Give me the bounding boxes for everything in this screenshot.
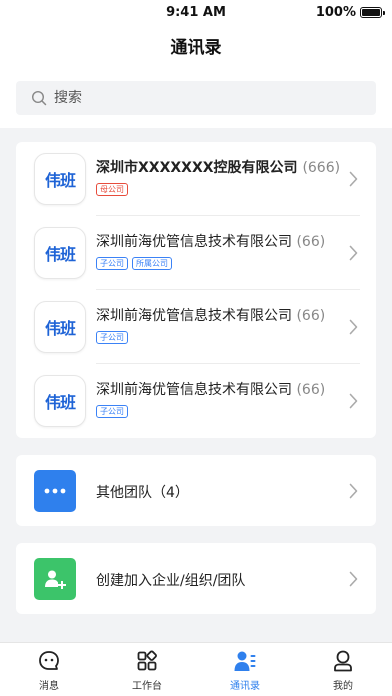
page-title: 通讯录 [170, 38, 222, 58]
company-tags: 子公司 所属公司 [96, 257, 172, 270]
search-input[interactable] [54, 81, 354, 115]
tab-contacts[interactable]: 通讯录 [196, 643, 294, 696]
company-tags: 子公司 [96, 405, 128, 418]
add-user-glyph [45, 570, 66, 589]
tab-label: 我的 [333, 681, 353, 692]
profile-icon [334, 650, 352, 672]
member-count: (66) [296, 382, 326, 398]
tab-label: 消息 [39, 681, 59, 692]
create-join-org-row[interactable]: 创建加入企业/组织/团队 [16, 543, 376, 614]
add-user-icon [34, 558, 76, 600]
contacts-icon [234, 651, 256, 671]
company-logo: 伟班 [34, 375, 86, 427]
company-logo: 伟班 [34, 153, 86, 205]
company-name-text: 深圳前海优管信息技术有限公司 [96, 234, 292, 250]
company-name: 深圳前海优管信息技术有限公司 (66) [96, 305, 325, 325]
other-teams-row[interactable]: 其他团队（4） [16, 455, 376, 526]
message-icon [39, 651, 59, 670]
chevron-right-icon [349, 319, 358, 335]
member-count: (66) [296, 308, 326, 324]
parent-company-badge: 母公司 [96, 183, 128, 196]
member-count: (666) [302, 160, 341, 176]
search-icon [31, 90, 47, 106]
subsidiary-badge: 子公司 [96, 331, 128, 344]
company-name-text: 深圳前海优管信息技术有限公司 [96, 382, 292, 398]
chevron-right-icon [349, 245, 358, 261]
header-area: 9:41 AM 100% 通讯录 [0, 0, 392, 128]
search-bar[interactable] [16, 81, 376, 115]
company-name-text: 深圳市XXXXXXX控股有限公司 [96, 160, 298, 176]
tab-profile[interactable]: 我的 [294, 643, 392, 696]
tab-label: 工作台 [132, 681, 162, 692]
status-bar: 9:41 AM 100% [0, 0, 392, 26]
chevron-right-icon [349, 171, 358, 187]
company-row[interactable]: 伟班 深圳前海优管信息技术有限公司 (66) 子公司 [16, 364, 376, 438]
chevron-right-icon [349, 483, 358, 499]
create-join-org-label: 创建加入企业/组织/团队 [96, 573, 246, 589]
company-logo-text: 伟班 [44, 319, 76, 338]
company-logo-text: 伟班 [44, 171, 76, 190]
company-list: 伟班 深圳市XXXXXXX控股有限公司 (666) 母公司 伟班 深圳前海优管信… [16, 142, 376, 438]
company-name: 深圳前海优管信息技术有限公司 (66) [96, 231, 325, 251]
company-tags: 母公司 [96, 183, 128, 196]
tab-label: 通讯录 [230, 681, 260, 692]
battery-icon [360, 7, 385, 18]
company-logo: 伟班 [34, 227, 86, 279]
chevron-right-icon [349, 571, 358, 587]
company-name-text: 深圳前海优管信息技术有限公司 [96, 308, 292, 324]
company-logo-text: 伟班 [44, 245, 76, 264]
company-tags: 子公司 [96, 331, 128, 344]
dots-glyph [44, 488, 66, 494]
company-logo: 伟班 [34, 301, 86, 353]
subsidiary-badge: 子公司 [96, 257, 128, 270]
company-name: 深圳市XXXXXXX控股有限公司 (666) [96, 157, 340, 177]
other-teams-label: 其他团队（4） [96, 485, 189, 501]
company-row[interactable]: 伟班 深圳前海优管信息技术有限公司 (66) 子公司 所属公司 [16, 216, 376, 290]
chevron-right-icon [349, 393, 358, 409]
company-logo-text: 伟班 [44, 393, 76, 412]
workbench-icon [137, 650, 157, 671]
battery-percentage: 100% [315, 5, 356, 20]
tab-messages[interactable]: 消息 [0, 643, 98, 696]
affiliated-company-badge: 所属公司 [132, 257, 172, 270]
bottom-tab-bar: 消息 工作台 通讯录 我的 [0, 642, 392, 696]
more-dots-icon [34, 470, 76, 512]
company-row[interactable]: 伟班 深圳市XXXXXXX控股有限公司 (666) 母公司 [16, 142, 376, 216]
subsidiary-badge: 子公司 [96, 405, 128, 418]
company-row[interactable]: 伟班 深圳前海优管信息技术有限公司 (66) 子公司 [16, 290, 376, 364]
company-name: 深圳前海优管信息技术有限公司 (66) [96, 379, 325, 399]
tab-workbench[interactable]: 工作台 [98, 643, 196, 696]
member-count: (66) [296, 234, 326, 250]
